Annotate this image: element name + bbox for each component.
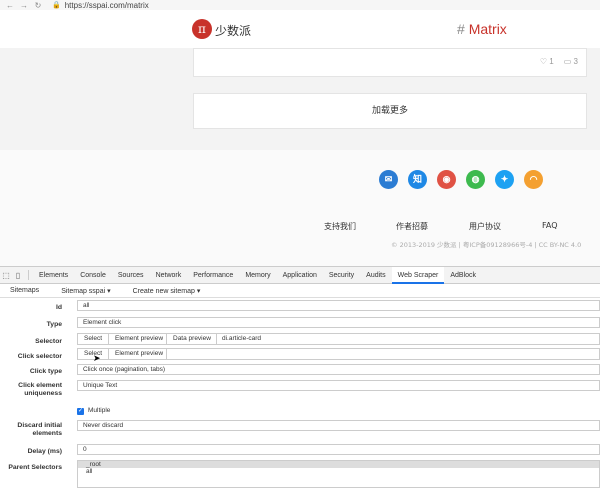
zhihu-icon[interactable]: 知 [408,170,427,189]
back-icon[interactable]: ← [6,1,14,10]
load-more-button[interactable]: 加载更多 [193,93,587,129]
click-selector-input[interactable] [166,348,600,360]
delay-input[interactable]: 0 [77,444,600,455]
uniqueness-label: Click element uniqueness [18,382,62,397]
multiple-checkbox[interactable]: ✓ [77,408,84,415]
page-title-text: Matrix [468,21,507,37]
selector-select-button[interactable]: Select [77,333,110,345]
tab-performance[interactable]: Performance [187,267,239,284]
comment-icon: ▭ [563,57,572,66]
multiple-label: Multiple [88,407,111,414]
click-selector-element-preview-button[interactable]: Element preview [108,348,171,360]
click-type-select[interactable]: Click once (pagination, tabs) [77,364,600,375]
site-footer: ✉ 知 ◉ ◍ ✦ ◠ 支持我们 作者招募 用户协议 FAQ © 2013-2019 少数… [0,150,600,266]
mail-icon[interactable]: ✉ [379,170,398,189]
nav-create-sitemap[interactable]: Create new sitemap ▾ [133,287,201,295]
logo-icon[interactable]: π [192,19,212,39]
nav-sitemap-sspai[interactable]: Sitemap sspai ▾ [61,287,110,295]
forward-icon[interactable]: → [20,1,28,10]
id-input[interactable]: all [77,300,600,311]
discard-select[interactable]: Never discard [77,420,600,431]
tab-memory[interactable]: Memory [239,267,276,284]
divider [28,270,29,280]
selector-data-preview-button[interactable]: Data preview [166,333,218,345]
weibo-icon[interactable]: ◉ [437,170,456,189]
heart-icon: ♡ [539,57,548,66]
tab-console[interactable]: Console [74,267,112,284]
footer-link-terms[interactable]: 用户协议 [469,221,501,232]
type-label: Type [46,321,62,328]
id-label: Id [55,304,62,311]
delay-label: Delay (ms) [27,448,62,455]
tab-security[interactable]: Security [323,267,360,284]
hash-symbol: # [457,21,465,37]
mouse-cursor-icon: ➤ [93,353,101,363]
tab-sources[interactable]: Sources [112,267,150,284]
parent-option-all[interactable]: all [78,468,599,475]
device-toggle-icon[interactable]: ▯ [12,271,24,280]
wechat-icon[interactable]: ◍ [466,170,485,189]
type-select[interactable]: Element click [77,317,600,328]
parent-selectors-label: Parent Selectors [8,464,62,471]
parent-selectors-list[interactable]: _root all [77,460,600,488]
tab-network[interactable]: Network [150,267,188,284]
footer-link-authors[interactable]: 作者招募 [396,221,428,232]
footer-link-support[interactable]: 支持我们 [324,221,356,232]
tab-elements[interactable]: Elements [33,267,74,284]
inspect-icon[interactable]: ⬚ [0,271,12,280]
lock-icon: 🔒 [52,2,61,9]
nav-sitemaps[interactable]: Sitemaps [10,287,39,294]
parent-option-root[interactable]: _root [78,461,599,468]
page-title: # Matrix [457,21,507,37]
article-card[interactable]: ♡ 1 ▭ 3 [193,48,587,77]
devtools-tabbar: ⬚ ▯ Elements Console Sources Network Per… [0,266,600,284]
tab-application[interactable]: Application [277,267,323,284]
card-stats: ♡ 1 ▭ 3 [540,57,578,66]
like-count: 1 [549,57,554,66]
click-selector-label: Click selector [17,353,62,360]
rss-icon[interactable]: ◠ [524,170,543,189]
browser-toolbar: ← → ↻ 🔒 https://sspai.com/matrix [0,0,600,10]
click-type-label: Click type [29,368,62,375]
uniqueness-select[interactable]: Unique Text [77,380,600,391]
site-header: π 少数派 # Matrix [0,10,600,48]
twitter-icon[interactable]: ✦ [495,170,514,189]
comment-count: 3 [573,57,578,66]
social-links: ✉ 知 ◉ ◍ ✦ ◠ [379,170,543,189]
footer-link-faq[interactable]: FAQ [542,221,558,230]
selector-element-preview-button[interactable]: Element preview [108,333,171,345]
reload-icon[interactable]: ↻ [34,1,42,10]
tab-web-scraper[interactable]: Web Scraper [391,266,445,284]
comment-stat[interactable]: ▭ 3 [564,57,578,66]
tab-adblock[interactable]: AdBlock [444,267,482,284]
selector-input[interactable]: di.article-card [216,333,600,345]
selector-label: Selector [35,338,62,345]
main-content: ♡ 1 ▭ 3 加载更多 [0,48,600,150]
address-bar[interactable]: https://sspai.com/matrix [65,1,149,10]
logo-text[interactable]: 少数派 [215,22,251,39]
devtools-panel: ⬚ ▯ Elements Console Sources Network Per… [0,266,600,490]
like-stat[interactable]: ♡ 1 [540,57,554,66]
copyright: © 2013-2019 少数派 | 粤ICP备09128966号-4 | CC … [391,241,582,249]
tab-audits[interactable]: Audits [360,267,391,284]
discard-label: Discard initial elements [17,422,62,437]
web-scraper-nav: Sitemaps Sitemap sspai ▾ Create new site… [0,284,600,298]
